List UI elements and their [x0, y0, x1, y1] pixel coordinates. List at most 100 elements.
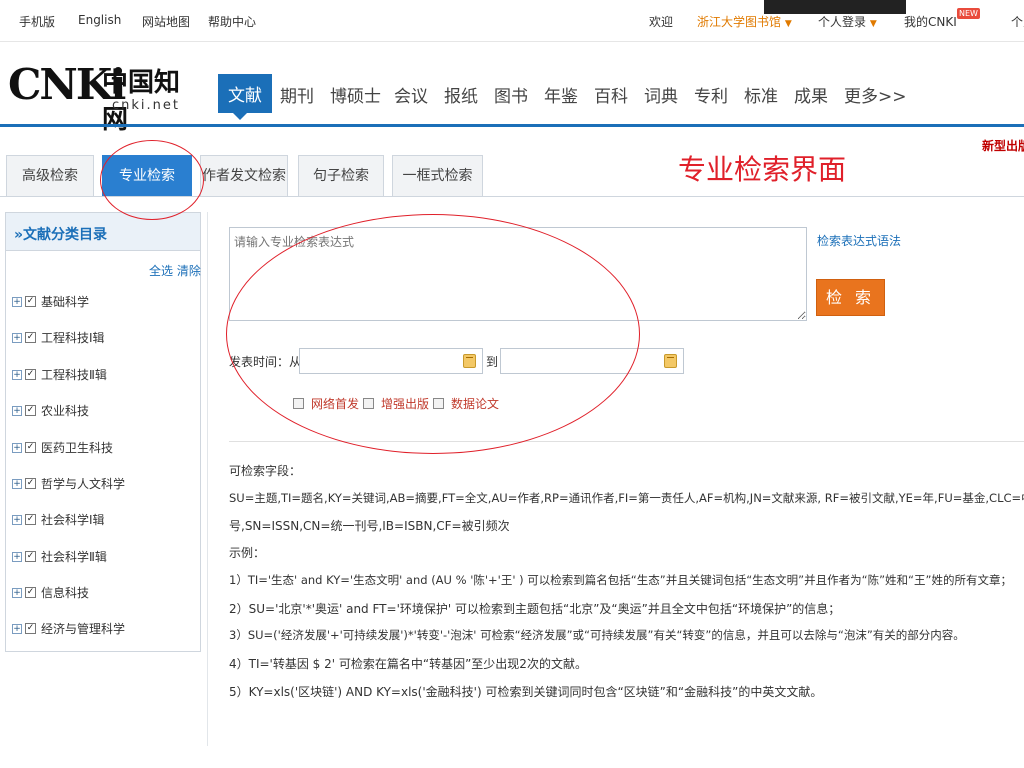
example-item: 1）TI='生态' and KY='生态文明' and (AU % '陈'+'王…: [229, 573, 1012, 587]
option-enhanced-publishing[interactable]: 增强出版: [363, 395, 429, 412]
expression-input[interactable]: [229, 227, 807, 321]
login-link[interactable]: 个人登录 ▼: [818, 13, 877, 30]
browser-toolbar-overlay: [764, 0, 906, 14]
category-item[interactable]: + ✓ 哲学与人文科学: [12, 475, 125, 491]
category-item[interactable]: + ✓ 工程科技Ⅱ辑: [12, 366, 107, 382]
category-item[interactable]: + ✓ 经济与管理科学: [12, 620, 125, 636]
option-data-paper[interactable]: 数据论文: [433, 395, 499, 412]
nav-item-dictionary[interactable]: 词典: [644, 82, 678, 107]
nav-item-standards[interactable]: 标准: [744, 82, 778, 107]
sidebar-actions: 全选 清除: [149, 262, 201, 279]
checkbox[interactable]: [363, 398, 374, 409]
expand-icon[interactable]: +: [12, 478, 22, 489]
checkbox[interactable]: ✓: [25, 369, 36, 380]
date-to-input[interactable]: [500, 348, 684, 374]
nav-item-more[interactable]: 更多>>: [844, 82, 907, 107]
tab-advanced-search[interactable]: 高级检索: [6, 155, 94, 197]
welcome-text: 欢迎: [649, 15, 674, 29]
new-edition-link[interactable]: 新型出版: [982, 137, 1024, 154]
nav-item-achievements[interactable]: 成果: [794, 82, 828, 107]
nav-item-theses[interactable]: 博硕士: [330, 82, 381, 107]
nav-item-journals[interactable]: 期刊: [280, 82, 314, 107]
page: 手机版 English 网站地图 帮助中心 欢迎 浙江大学图书馆 ▼ 个人登录 …: [0, 0, 1024, 768]
category-item[interactable]: + ✓ 社会科学Ⅰ辑: [12, 511, 105, 527]
calendar-icon[interactable]: [463, 354, 476, 368]
tabs-divider: [0, 196, 1024, 197]
checkbox[interactable]: ✓: [25, 332, 36, 343]
chevron-down-icon: ▼: [869, 19, 877, 29]
category-item[interactable]: + ✓ 医药卫生科技: [12, 439, 113, 455]
date-from-input[interactable]: [299, 348, 483, 374]
checkbox[interactable]: ✓: [25, 514, 36, 525]
nav-divider: [0, 124, 1024, 127]
checkbox[interactable]: ✓: [25, 405, 36, 416]
annotation-title: 专业检索界面: [678, 153, 847, 186]
personal-link[interactable]: 个人: [1011, 13, 1024, 30]
checkbox[interactable]: ✓: [25, 587, 36, 598]
chevron-down-icon: ▼: [784, 19, 792, 29]
category-item[interactable]: + ✓ 农业科技: [12, 402, 89, 418]
example-item: 3）SU=('经济发展'+'可持续发展')*'转变'-'泡沫' 可检索“经济发展…: [229, 628, 965, 642]
tab-sentence-search[interactable]: 句子检索: [298, 155, 384, 197]
new-badge: NEW: [957, 8, 980, 19]
expand-icon[interactable]: +: [12, 442, 22, 453]
logo-domain: cnki.net: [112, 98, 180, 113]
calendar-icon[interactable]: [664, 354, 677, 368]
select-all-link[interactable]: 全选: [149, 264, 173, 278]
expand-icon[interactable]: +: [12, 623, 22, 634]
help-center-link[interactable]: 帮助中心: [208, 13, 256, 30]
syntax-help-link[interactable]: 检索表达式语法: [817, 232, 901, 249]
checkbox[interactable]: ✓: [25, 442, 36, 453]
main-panel-border: [207, 212, 208, 746]
example-item: 5）KY=xls('区块链') AND KY=xls('金融科技') 可检索到关…: [229, 685, 823, 699]
tab-author-search[interactable]: 作者发文检索: [200, 155, 288, 197]
category-item[interactable]: + ✓ 信息科技: [12, 584, 89, 600]
expand-icon[interactable]: +: [12, 369, 22, 380]
nav-item-encyclopedia[interactable]: 百科: [594, 82, 628, 107]
top-bar: 手机版 English 网站地图 帮助中心 欢迎 浙江大学图书馆 ▼ 个人登录 …: [0, 0, 1024, 42]
english-link[interactable]: English: [78, 13, 121, 27]
mobile-link[interactable]: 手机版: [19, 13, 55, 30]
my-cnki-link[interactable]: 我的CNKI: [904, 13, 957, 30]
examples-title: 示例：: [229, 546, 266, 560]
category-item[interactable]: + ✓ 基础科学: [12, 293, 89, 309]
fields-line-2: 号,SN=ISSN,CN=统一刊号,IB=ISBN,CF=被引频次: [229, 519, 510, 533]
nav-item-newspapers[interactable]: 报纸: [444, 82, 478, 107]
sitemap-link[interactable]: 网站地图: [142, 13, 190, 30]
category-item[interactable]: + ✓ 社会科学Ⅱ辑: [12, 548, 107, 564]
category-item[interactable]: + ✓ 工程科技Ⅰ辑: [12, 329, 105, 345]
category-sidebar: »文献分类目录 全选 清除 + ✓ 基础科学 + ✓ 工程科技Ⅰ辑 + ✓ 工程科技Ⅱ辑 +…: [5, 212, 201, 652]
checkbox[interactable]: ✓: [25, 623, 36, 634]
tab-professional-search[interactable]: 专业检索: [102, 155, 192, 197]
fields-line-1: SU=主题,TI=题名,KY=关键词,AB=摘要,FT=全文,AU=作者,RP=…: [229, 491, 1024, 505]
search-button[interactable]: 检 索: [816, 279, 885, 316]
checkbox[interactable]: [293, 398, 304, 409]
date-to-label: 到: [486, 355, 499, 369]
sidebar-title: »文献分类目录: [6, 213, 200, 251]
tab-one-box-search[interactable]: 一框式检索: [392, 155, 483, 197]
expand-icon[interactable]: +: [12, 551, 22, 562]
option-online-first[interactable]: 网络首发: [293, 395, 359, 412]
fields-title: 可检索字段：: [229, 464, 302, 478]
library-link[interactable]: 浙江大学图书馆 ▼: [697, 13, 792, 30]
checkbox[interactable]: ✓: [25, 551, 36, 562]
checkbox[interactable]: ✓: [25, 478, 36, 489]
checkbox[interactable]: ✓: [25, 296, 36, 307]
nav-item-books[interactable]: 图书: [494, 82, 528, 107]
nav-item-yearbooks[interactable]: 年鉴: [544, 82, 578, 107]
expand-icon[interactable]: +: [12, 587, 22, 598]
nav-item-patents[interactable]: 专利: [694, 82, 728, 107]
expand-icon[interactable]: +: [12, 332, 22, 343]
example-item: 2）SU='北京'*'奥运' and FT='环境保护' 可以检索到主题包括“北…: [229, 602, 841, 616]
nav-item-literature[interactable]: 文献: [218, 74, 272, 120]
expand-icon[interactable]: +: [12, 296, 22, 307]
section-divider: [229, 441, 1024, 442]
expand-icon[interactable]: +: [12, 514, 22, 525]
example-item: 4）TI='转基因 $ 2' 可检索在篇名中“转基因”至少出现2次的文献。: [229, 657, 587, 671]
clear-link[interactable]: 清除: [177, 264, 201, 278]
nav-item-conferences[interactable]: 会议: [394, 82, 428, 107]
checkbox[interactable]: [433, 398, 444, 409]
cnki-logo[interactable]: CNKi 中国知网 cnki.net: [8, 60, 188, 135]
publish-time-label: 发表时间：从: [229, 355, 302, 369]
expand-icon[interactable]: +: [12, 405, 22, 416]
